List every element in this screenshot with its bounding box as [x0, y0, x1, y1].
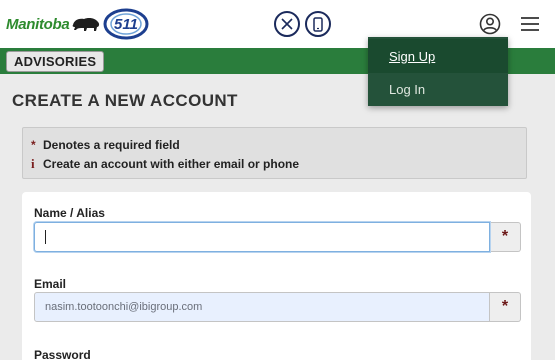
badge-511-icon: 511: [103, 8, 149, 40]
menu-item-log-in[interactable]: Log In: [368, 72, 508, 106]
info-icon: i: [31, 156, 35, 171]
name-label: Name / Alias: [34, 206, 105, 220]
account-button[interactable]: [478, 12, 502, 36]
main-menu-button[interactable]: [519, 14, 541, 34]
menu-item-sign-up[interactable]: Sign Up: [368, 39, 508, 73]
account-note: i Create an account with either email or…: [31, 156, 299, 172]
required-note-text: Denotes a required field: [43, 138, 180, 152]
required-asterisk-icon: *: [31, 138, 36, 152]
x-social-button[interactable]: [274, 11, 300, 37]
logo-text: Manitoba: [6, 15, 70, 33]
phone-icon: [313, 16, 323, 32]
hamburger-menu-icon: [521, 17, 539, 31]
required-indicator: *: [490, 292, 521, 322]
manitoba-511-logo[interactable]: Manitoba 511: [6, 8, 149, 40]
email-label: Email: [34, 277, 67, 291]
badge-511-text: 511: [114, 16, 138, 33]
name-alias-input[interactable]: [34, 222, 490, 252]
required-note: * Denotes a required field: [31, 138, 180, 152]
form-info-box: * Denotes a required field i Create an a…: [22, 127, 527, 179]
signup-form: Name / Alias * Email * Password: [22, 192, 531, 360]
x-twitter-icon: [281, 18, 293, 30]
password-label: Password: [34, 348, 91, 360]
email-input-group: *: [34, 292, 521, 322]
mobile-app-button[interactable]: [305, 11, 331, 37]
account-dropdown-menu: Sign Up Log In: [368, 37, 508, 106]
text-caret: [45, 230, 46, 244]
name-input-group: *: [34, 222, 521, 252]
bison-icon: [73, 18, 100, 31]
email-input[interactable]: [34, 292, 490, 322]
account-note-text: Create an account with either email or p…: [43, 157, 300, 171]
required-indicator: *: [490, 222, 521, 252]
user-account-icon: [479, 13, 501, 35]
page-title: CREATE A NEW ACCOUNT: [12, 91, 238, 110]
advisories-button[interactable]: ADVISORIES: [6, 51, 105, 72]
